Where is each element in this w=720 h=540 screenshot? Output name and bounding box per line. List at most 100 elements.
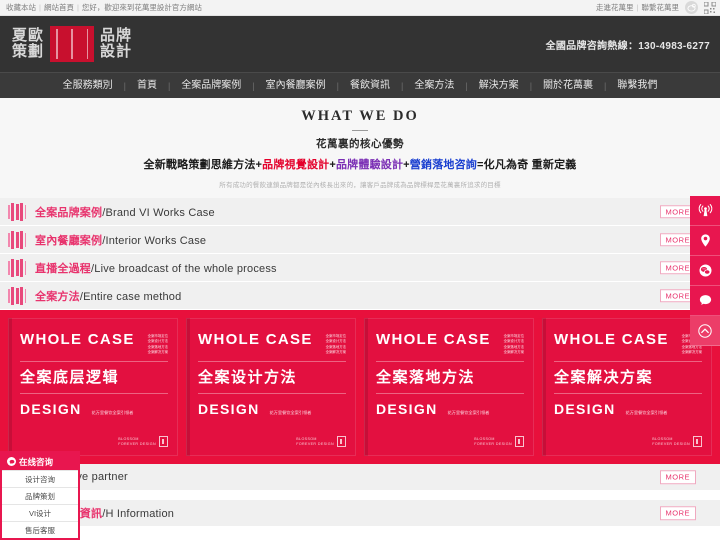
dock-item-chat[interactable] <box>690 286 720 316</box>
nav-item-case-method[interactable]: 全案方法 <box>403 73 465 99</box>
formula-part-marketing: 營銷落地咨詢 <box>409 159 477 171</box>
book-stripes-icon <box>6 202 28 222</box>
section-row-marketing-info[interactable]: 營銷設計資訊/H Information MORE <box>0 500 720 527</box>
card-title-cn: 全案落地方法 <box>376 369 476 386</box>
card-top-row: WHOLE CASE 全案市场定位 全案设计方法 全案落地方法 全案解决方案 <box>376 332 524 354</box>
gallery-card[interactable]: WHOLE CASE 全案市场定位 全案设计方法 全案落地方法 全案解决方案 全… <box>8 318 178 456</box>
dock-item-location[interactable] <box>690 226 720 256</box>
main-navigation: 全服務類別 | 首頁 | 全案品牌案例 | 室內餐廳案例 | 餐飲資訊 | 全案… <box>0 72 720 98</box>
chat-option-brand-planning[interactable]: 品牌策划 <box>2 487 78 504</box>
section-label: 全案品牌案例/Brand VI Works Case <box>35 204 215 220</box>
nav-item-about[interactable]: 關於花萬裏 <box>532 73 604 99</box>
nav-item-all-services[interactable]: 全服務類別 <box>52 73 124 99</box>
card-design-label: DESIGN <box>376 401 438 417</box>
logo-mark-icon <box>50 26 95 62</box>
card-divider <box>554 361 702 362</box>
watermark-logo-icon <box>159 436 168 447</box>
online-chat-widget: 在线咨询 设计咨询 品牌策划 VI设计 售后客服 <box>0 451 80 540</box>
topbar-separator: | <box>76 2 79 12</box>
card-watermark-text: BLOSSOM FOREVER DESIGN <box>652 437 690 446</box>
card-watermark-text: BLOSSOM FOREVER DESIGN <box>474 437 512 446</box>
card-divider <box>376 361 524 362</box>
section-label: 全案方法/Entire case method <box>35 288 181 304</box>
chat-option-design-consult[interactable]: 设计咨询 <box>2 470 78 487</box>
section-row-brand-cases[interactable]: 全案品牌案例/Brand VI Works Case MORE <box>0 198 720 226</box>
chat-option-vi-design[interactable]: VI设计 <box>2 504 78 521</box>
dock-item-broadcast[interactable] <box>690 196 720 226</box>
card-mini-item: 全案市场定位 <box>147 334 168 338</box>
card-mini-item: 全案解决方案 <box>503 349 524 354</box>
more-button[interactable]: MORE <box>659 506 696 520</box>
nav-item-home[interactable]: 首頁 <box>126 73 168 99</box>
dock-item-wechat[interactable] <box>690 256 720 286</box>
card-title-en: WHOLE CASE <box>20 331 135 348</box>
card-top-row: WHOLE CASE 全案市场定位 全案设计方法 全案落地方法 全案解决方案 <box>20 332 168 354</box>
card-tagline: 花万里餐饮全案引领者 <box>269 410 312 415</box>
bottom-section-rows: ooperative partner MORE 營銷設計資訊/H Informa… <box>0 464 720 527</box>
gallery-card[interactable]: WHOLE CASE 全案市场定位 全案设计方法 全案落地方法 全案解决方案 全… <box>364 318 534 456</box>
card-mini-item: 全案落地方法 <box>325 344 346 349</box>
card-divider <box>554 393 702 394</box>
card-tagline: 花万里餐饮全案引领者 <box>447 410 490 415</box>
section-row-case-method[interactable]: 全案方法/Entire case method MORE <box>0 282 720 310</box>
card-gallery: WHOLE CASE 全案市场定位 全案设计方法 全案落地方法 全案解决方案 全… <box>0 310 720 464</box>
section-row-cooperative-partner[interactable]: ooperative partner MORE <box>0 464 720 491</box>
formula-plus-2: + <box>403 159 410 171</box>
card-mini-list: 全案市场定位 全案设计方法 全案落地方法 全案解决方案 <box>326 332 346 354</box>
wechat-icon <box>698 263 713 278</box>
chat-option-after-sales[interactable]: 售后客服 <box>2 521 78 538</box>
nav-item-interior-cases[interactable]: 室內餐廳案例 <box>255 73 337 99</box>
weibo-icon[interactable] <box>685 1 698 14</box>
watermark-logo-icon <box>693 436 702 447</box>
card-watermark-text: BLOSSOM FOREVER DESIGN <box>118 437 156 446</box>
chat-bubble-icon <box>698 293 713 308</box>
card-mini-list: 全案市场定位 全案设计方法 全案落地方法 全案解决方案 <box>148 332 168 354</box>
section-label-en: /H Information <box>102 508 175 520</box>
qr-code-icon[interactable] <box>703 1 716 14</box>
card-mini-item: 全案解决方案 <box>147 349 168 354</box>
section-label-cn: 全案品牌案例 <box>35 206 103 219</box>
bookmark-site-link[interactable]: 收藏本站 <box>6 4 36 12</box>
contact-link[interactable]: 聯繫花萬里 <box>642 4 680 12</box>
gallery-card[interactable]: WHOLE CASE 全案市场定位 全案设计方法 全案落地方法 全案解决方案 全… <box>186 318 356 456</box>
card-top-row: WHOLE CASE 全案市场定位 全案设计方法 全案落地方法 全案解决方案 <box>554 332 702 354</box>
what-we-do-title: WHAT WE DO <box>301 108 419 124</box>
chat-widget-header[interactable]: 在线咨询 <box>2 453 78 470</box>
site-logo[interactable]: 夏歐 策劃 品牌 設計 <box>12 26 132 62</box>
home-site-link[interactable]: 網站首頁 <box>44 4 74 12</box>
nav-item-food-news[interactable]: 餐飲資訊 <box>339 73 401 99</box>
hotline-text: 全國品牌咨詢熱線：130-4983-6277 <box>545 40 710 52</box>
nav-item-contact[interactable]: 聯繫我們 <box>606 73 668 99</box>
chat-widget-title: 在线咨询 <box>19 456 54 467</box>
card-mini-item: 全案落地方法 <box>503 344 524 349</box>
section-label: 直播全過程/Live broadcast of the whole proces… <box>35 260 277 276</box>
card-mini-item: 全案设计方法 <box>325 339 346 344</box>
card-bottom-row: DESIGN 花万里餐饮全案引领者 <box>20 402 168 416</box>
top-utility-bar: 收藏本站 | 網站首頁 | 您好，歡迎來到花萬里設計官方網站 走進花萬里 | 聯… <box>0 0 720 16</box>
dock-item-scroll-top[interactable] <box>690 316 720 346</box>
card-watermark: BLOSSOM FOREVER DESIGN <box>652 436 702 447</box>
card-mini-item: 全案落地方法 <box>147 344 168 349</box>
card-design-label: DESIGN <box>20 401 82 417</box>
card-watermark-text: BLOSSOM FOREVER DESIGN <box>296 437 334 446</box>
section-row-live-broadcast[interactable]: 直播全過程/Live broadcast of the whole proces… <box>0 254 720 282</box>
about-link[interactable]: 走進花萬里 <box>596 4 634 12</box>
nav-item-brand-cases[interactable]: 全案品牌案例 <box>170 73 252 99</box>
greeting-text: 您好，歡迎來到花萬里設計官方網站 <box>81 2 202 12</box>
card-mini-item: 全案解决方案 <box>325 349 346 354</box>
watermark-line-2: FOREVER DESIGN <box>474 441 512 446</box>
card-divider <box>376 393 524 394</box>
section-label-cn: 直播全過程 <box>35 262 91 275</box>
logo-right-top: 品牌 <box>100 27 133 45</box>
more-button[interactable]: MORE <box>659 470 696 484</box>
nav-item-solutions[interactable]: 解決方案 <box>468 73 530 99</box>
card-divider <box>198 361 346 362</box>
card-bottom-row: DESIGN 花万里餐饮全案引领者 <box>554 402 702 416</box>
section-row-interior-cases[interactable]: 室內餐廳案例/Interior Works Case MORE <box>0 226 720 254</box>
card-mini-item: 全案设计方法 <box>147 339 168 344</box>
card-mini-item: 全案设计方法 <box>503 339 524 344</box>
formula-plus-1: + <box>329 159 336 171</box>
location-pin-icon <box>698 233 713 248</box>
topbar-left-group: 收藏本站 | 網站首頁 | 您好，歡迎來到花萬里設計官方網站 <box>6 4 202 12</box>
gallery-card[interactable]: WHOLE CASE 全案市场定位 全案设计方法 全案落地方法 全案解决方案 全… <box>542 318 712 456</box>
